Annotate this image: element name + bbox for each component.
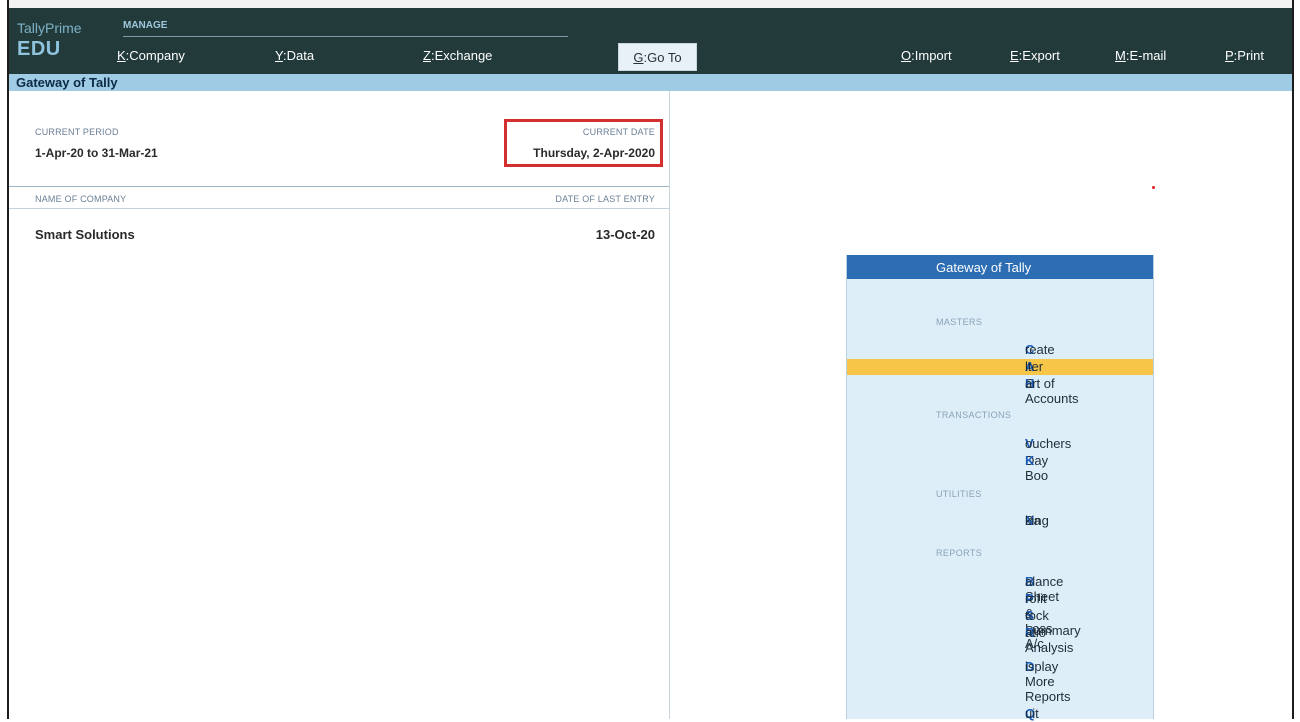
menu-item-day-book[interactable]: Day Boo K <box>847 453 1153 483</box>
current-period-label: CURRENT PERIOD <box>35 127 119 137</box>
screen-title: Gateway of Tally <box>16 75 118 90</box>
menu-goto-label: Go To <box>647 50 682 65</box>
menu-item-alter[interactable]: Alter <box>847 359 1153 375</box>
section-reports: REPORTS <box>936 548 983 558</box>
menu-goto-button[interactable]: G:Go To <box>618 43 697 71</box>
menu-item-display-more-reports[interactable]: Display More Reports <box>847 659 1153 704</box>
header-divider <box>9 208 669 209</box>
last-entry-column-header: DATE OF LAST ENTRY <box>555 194 655 204</box>
top-strip <box>9 0 1292 8</box>
current-date-value[interactable]: Thursday, 2-Apr-2020 <box>533 146 655 160</box>
section-divider <box>9 186 669 187</box>
brand-edition: EDU <box>17 38 61 60</box>
window-edge-right <box>1292 0 1300 719</box>
current-date-label: CURRENT DATE <box>582 127 655 137</box>
menu-exchange-key: Z <box>423 48 431 63</box>
menu-company[interactable]: K:Company <box>117 48 185 63</box>
menu-export-label: Export <box>1022 48 1060 63</box>
menu-import[interactable]: O:Import <box>901 48 952 63</box>
manage-divider <box>123 36 568 37</box>
menu-data-key: Y <box>275 48 283 63</box>
company-name: Smart Solutions <box>35 227 135 242</box>
menu-import-label: Import <box>914 48 952 63</box>
menu-import-key: O <box>901 48 912 63</box>
manage-label: MANAGE <box>123 20 168 31</box>
brand-name: TallyPrime <box>17 20 82 36</box>
menu-print-label: Print <box>1237 48 1265 63</box>
menu-item-quit[interactable]: Quit <box>847 706 1153 722</box>
menu-data-label: Data <box>286 48 315 63</box>
section-masters: MASTERS <box>936 317 983 327</box>
tally-window: TallyPrime EDU MANAGE K:Company Y:Data Z… <box>0 0 1300 722</box>
top-menu-bar: TallyPrime EDU MANAGE K:Company Y:Data Z… <box>9 8 1292 74</box>
menu-item-vouchers[interactable]: Vouchers <box>847 436 1153 452</box>
menu-data[interactable]: Y:Data <box>275 48 314 63</box>
menu-email[interactable]: M:E-mail <box>1115 48 1166 63</box>
gateway-menu: Gateway of Tally MASTERS Create Alter CH… <box>846 255 1154 722</box>
menu-export[interactable]: E:Export <box>1010 48 1060 63</box>
current-period-value[interactable]: 1-Apr-20 to 31-Mar-21 <box>35 146 158 160</box>
company-last-entry-date: 13-Oct-20 <box>595 227 655 242</box>
menu-email-key: M <box>1115 48 1126 63</box>
gateway-menu-title: Gateway of Tally <box>936 260 1032 275</box>
company-info-panel: CURRENT PERIOD 1-Apr-20 to 31-Mar-21 CUR… <box>9 91 670 719</box>
gateway-menu-header: Gateway of Tally <box>847 255 1153 279</box>
section-transactions: TRANSACTIONS <box>936 410 1012 420</box>
menu-exchange[interactable]: Z:Exchange <box>423 48 492 63</box>
menu-item-chart-of-accounts[interactable]: C Hart of Accounts <box>847 376 1153 406</box>
menu-goto-key: G <box>633 50 644 65</box>
menu-print[interactable]: P:Print <box>1225 48 1264 63</box>
menu-email-label: E-mail <box>1129 48 1167 63</box>
hotkey-day-book: K <box>1025 453 1035 468</box>
menu-company-key: K <box>117 48 126 63</box>
company-name-column-header: NAME OF COMPANY <box>35 194 127 204</box>
menu-item-balance-sheet[interactable]: Balance Sheet <box>847 574 1153 604</box>
menu-export-key: E <box>1010 48 1019 63</box>
menu-item-create[interactable]: Create <box>847 342 1153 358</box>
menu-print-key: P <box>1225 48 1234 63</box>
marker-dot <box>1152 186 1155 189</box>
window-edge-left <box>0 0 9 719</box>
menu-exchange-label: Exchange <box>434 48 493 63</box>
company-row[interactable]: Smart Solutions 13-Oct-20 <box>9 221 669 245</box>
menu-item-stock-summary[interactable]: Stock Summary <box>847 608 1153 638</box>
menu-item-ratio-analysis[interactable]: Ratio Analysis <box>847 625 1153 655</box>
screen-title-bar: Gateway of Tally <box>9 74 1292 91</box>
section-utilities: UTILITIES <box>936 489 982 499</box>
menu-company-label: Company <box>129 48 185 63</box>
menu-item-profit-loss[interactable]: Profit & Loss A/c <box>847 591 1153 651</box>
menu-item-banking[interactable]: Ba Nking <box>847 513 1153 529</box>
